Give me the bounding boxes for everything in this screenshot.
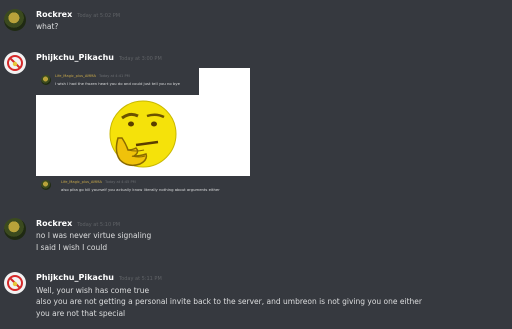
no-symbol-avatar-icon — [5, 53, 25, 73]
message-rockrex-2: Rockrex Today at 5:10 PM no I was never v… — [0, 210, 512, 260]
timestamp: Today at 5:10 PM — [77, 222, 121, 228]
timestamp: Today at 3:00 PM — [118, 56, 162, 62]
mini-avatar — [41, 180, 51, 190]
timestamp: Today at 5:02 PM — [77, 13, 121, 19]
message-text: no I was never virtue signaling — [36, 231, 152, 240]
author-name[interactable]: Phijkchu_Pikachu — [36, 273, 114, 282]
rockrex-avatar[interactable] — [4, 218, 26, 240]
username[interactable]: Phijkchu_Pikachu Today at 5:11 PM — [36, 273, 162, 282]
message-text: also you are not getting a personal invi… — [36, 297, 422, 306]
username[interactable]: Rockrex Today at 5:10 PM — [36, 219, 120, 228]
quoted-timestamp: Today at 4:45 PM — [104, 180, 136, 184]
author-name[interactable]: Rockrex — [36, 219, 72, 228]
author-name[interactable]: Rockrex — [36, 10, 72, 19]
pikachu-avatar[interactable] — [4, 52, 26, 74]
username[interactable]: Rockrex Today at 5:02 PM — [36, 10, 120, 19]
message-text: Well, your wish has come true — [36, 286, 150, 295]
username[interactable]: Phijkchu_Pikachu Today at 3:00 PM — [36, 53, 162, 62]
rockrex-avatar[interactable] — [4, 9, 26, 31]
message-text: what? — [36, 22, 59, 31]
message-text: I said I wish I could — [36, 243, 108, 252]
timestamp: Today at 5:11 PM — [118, 276, 162, 282]
quoted-author: Life_Magic_plus_AMMA Today at 4:45 PM — [61, 180, 136, 184]
no-symbol-avatar-icon — [5, 273, 25, 293]
image-attachment[interactable]: Life_Magic_plus_AMMA Today at 4:41 PM I w… — [36, 68, 250, 196]
message-rockrex-1: Rockrex Today at 5:02 PM what? — [0, 0, 512, 40]
message-pikachu-2: Phijkchu_Pikachu Today at 5:11 PM Well, y… — [0, 265, 512, 329]
quoted-message-bottom: Life_Magic_plus_AMMA Today at 4:45 PM als… — [36, 176, 250, 196]
pikachu-avatar[interactable] — [4, 272, 26, 294]
message-text: you are not that special — [36, 309, 126, 318]
quoted-text: also pika go kill yourself you actually … — [61, 187, 220, 192]
author-name[interactable]: Phijkchu_Pikachu — [36, 53, 114, 62]
quoted-author-name: Life_Magic_plus_AMMA — [61, 180, 102, 184]
